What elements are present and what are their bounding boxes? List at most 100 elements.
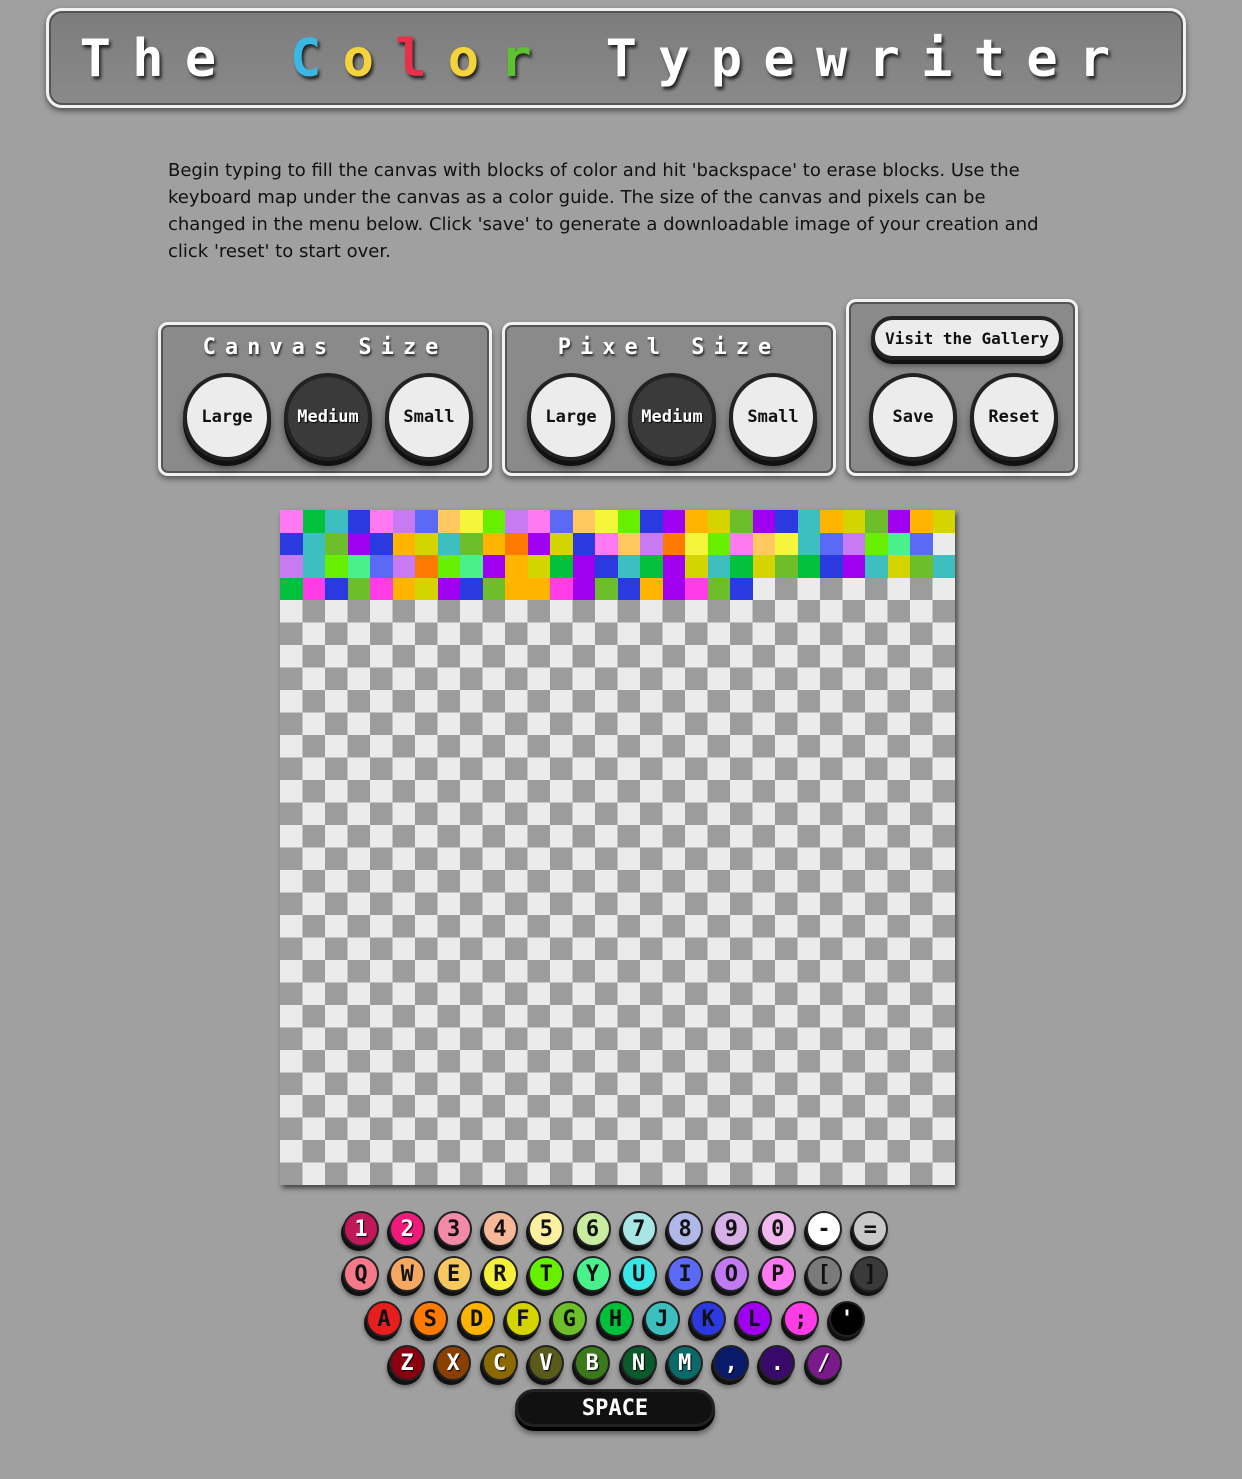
pixel-size-small-button[interactable]: Small xyxy=(729,373,817,461)
key-6[interactable]: 6 xyxy=(574,1211,611,1247)
key-x[interactable]: X xyxy=(435,1345,472,1381)
canvas-size-large-button[interactable]: Large xyxy=(183,373,271,461)
key-b[interactable]: B xyxy=(574,1345,611,1381)
key-symbol[interactable]: . xyxy=(759,1345,796,1381)
canvas-pixel xyxy=(572,510,595,533)
key-g[interactable]: G xyxy=(551,1301,588,1337)
key-l[interactable]: L xyxy=(736,1301,773,1337)
key-h[interactable]: H xyxy=(597,1301,634,1337)
title-letter: C xyxy=(290,29,322,89)
canvas-size-medium-button[interactable]: Medium xyxy=(284,373,372,461)
key-symbol[interactable]: ] xyxy=(852,1256,889,1292)
canvas-pixel xyxy=(820,555,843,578)
canvas-pixel xyxy=(730,555,753,578)
canvas-pixel xyxy=(460,555,483,578)
canvas-pixel xyxy=(910,555,933,578)
title-letter: e xyxy=(763,29,795,89)
save-button[interactable]: Save xyxy=(869,373,957,461)
canvas-pixel xyxy=(460,510,483,533)
key-2[interactable]: 2 xyxy=(389,1211,426,1247)
canvas-pixel xyxy=(415,555,438,578)
key-e[interactable]: E xyxy=(435,1256,472,1292)
pixel-size-medium-button[interactable]: Medium xyxy=(628,373,716,461)
key-q[interactable]: Q xyxy=(343,1256,379,1292)
key-i[interactable]: I xyxy=(667,1256,704,1292)
key-symbol[interactable]: / xyxy=(805,1345,842,1381)
key-v[interactable]: V xyxy=(527,1345,564,1381)
key-symbol[interactable]: ' xyxy=(829,1301,865,1337)
canvas-pixel xyxy=(572,577,595,600)
key-symbol[interactable]: [ xyxy=(806,1256,842,1292)
canvas-pixel xyxy=(302,555,325,578)
canvas-pixel xyxy=(707,555,730,578)
canvas-pixel xyxy=(730,510,753,533)
canvas-pixel xyxy=(595,577,618,600)
key-n[interactable]: N xyxy=(620,1345,657,1381)
canvas-pixel xyxy=(685,577,708,600)
canvas-pixel xyxy=(595,532,618,555)
key-o[interactable]: O xyxy=(713,1256,750,1292)
canvas-pixel xyxy=(887,555,910,578)
key-m[interactable]: M xyxy=(666,1345,703,1381)
key-9[interactable]: 9 xyxy=(713,1211,750,1247)
key-5[interactable]: 5 xyxy=(528,1211,565,1247)
key-symbol[interactable]: - xyxy=(806,1211,842,1247)
key-z[interactable]: Z xyxy=(389,1345,425,1381)
key-4[interactable]: 4 xyxy=(481,1211,518,1247)
canvas-pixel xyxy=(775,510,798,533)
key-a[interactable]: A xyxy=(366,1301,402,1337)
canvas-pixel xyxy=(482,510,505,533)
key-y[interactable]: Y xyxy=(574,1256,611,1292)
canvas-pixel xyxy=(707,577,730,600)
title-letter: e xyxy=(184,29,217,89)
canvas-pixel xyxy=(482,577,505,600)
key-u[interactable]: U xyxy=(620,1256,657,1292)
key-c[interactable]: C xyxy=(481,1345,518,1381)
canvas-size-title: Canvas Size xyxy=(202,335,448,360)
canvas-pixel xyxy=(370,510,393,533)
key-7[interactable]: 7 xyxy=(620,1211,657,1247)
title-letter: h xyxy=(132,29,164,89)
intro-text: Begin typing to fill the canvas with blo… xyxy=(168,160,1039,262)
canvas-pixel xyxy=(280,577,303,600)
title-letter: o xyxy=(447,29,480,89)
key-0[interactable]: 0 xyxy=(759,1211,796,1247)
drawing-canvas[interactable] xyxy=(280,510,955,1185)
key-w[interactable]: W xyxy=(389,1256,426,1292)
canvas-size-small-button[interactable]: Small xyxy=(385,373,473,461)
canvas-pixel xyxy=(842,510,865,533)
key-f[interactable]: F xyxy=(504,1301,541,1337)
canvas-pixel xyxy=(617,532,640,555)
canvas-pixel xyxy=(617,555,640,578)
canvas-pixel xyxy=(707,510,730,533)
pixel-size-large-button[interactable]: Large xyxy=(527,373,615,461)
key-r[interactable]: R xyxy=(481,1256,518,1292)
reset-button[interactable]: Reset xyxy=(970,373,1058,461)
space-key[interactable]: SPACE xyxy=(515,1389,715,1427)
key-symbol[interactable]: ; xyxy=(782,1301,819,1337)
canvas-pixel xyxy=(550,532,573,555)
title-letter: l xyxy=(395,29,427,89)
key-1[interactable]: 1 xyxy=(343,1211,379,1247)
canvas-pixel xyxy=(482,532,505,555)
key-8[interactable]: 8 xyxy=(667,1211,704,1247)
title-letter: t xyxy=(973,29,1006,89)
key-d[interactable]: D xyxy=(458,1301,495,1337)
key-p[interactable]: P xyxy=(759,1256,796,1292)
canvas-pixel xyxy=(280,555,303,578)
canvas-pixel xyxy=(820,510,843,533)
key-k[interactable]: K xyxy=(690,1301,727,1337)
key-j[interactable]: J xyxy=(643,1301,680,1337)
key-s[interactable]: S xyxy=(412,1301,449,1337)
visit-gallery-button[interactable]: Visit the Gallery xyxy=(871,316,1063,360)
title-letter: w xyxy=(815,29,848,89)
canvas-pixel xyxy=(820,532,843,555)
key-3[interactable]: 3 xyxy=(435,1211,472,1247)
canvas-pixel xyxy=(280,532,303,555)
canvas-pixel xyxy=(347,510,370,533)
key-symbol[interactable]: = xyxy=(852,1211,889,1247)
key-t[interactable]: T xyxy=(528,1256,565,1292)
key-symbol[interactable]: , xyxy=(713,1345,750,1381)
title-letter xyxy=(542,29,595,89)
canvas-pixel xyxy=(550,577,573,600)
